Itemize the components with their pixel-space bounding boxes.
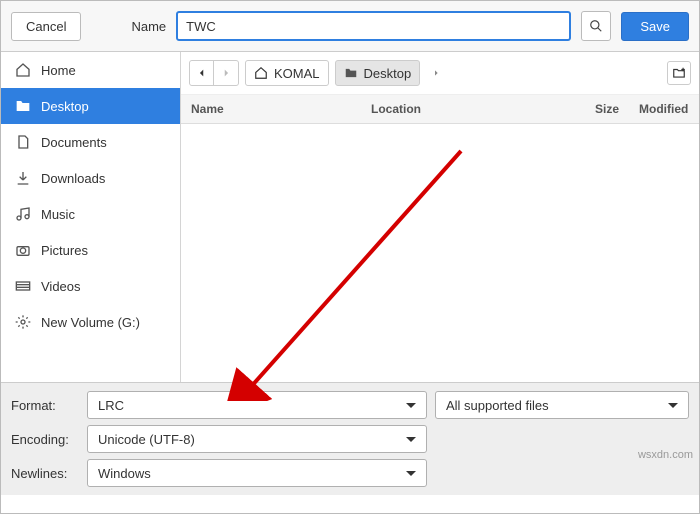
new-folder-icon	[671, 66, 687, 80]
filename-input[interactable]	[176, 11, 571, 41]
nav-forward-button[interactable]	[214, 61, 238, 85]
folder-icon	[15, 98, 31, 114]
encoding-value: Unicode (UTF-8)	[98, 432, 195, 447]
file-listing[interactable]	[181, 124, 699, 382]
breadcrumb-label: Desktop	[364, 66, 412, 81]
sidebar-item-downloads[interactable]: Downloads	[1, 160, 180, 196]
sidebar[interactable]: Home Desktop Documents Downloads Music P…	[1, 52, 181, 382]
document-icon	[15, 134, 31, 150]
newlines-dropdown[interactable]: Windows	[87, 459, 427, 487]
chevron-right-icon	[221, 68, 231, 78]
breadcrumb-desktop[interactable]: Desktop	[335, 60, 421, 86]
format-dropdown[interactable]: LRC	[87, 391, 427, 419]
content-area: KOMAL Desktop Name Location Size Modifie…	[181, 52, 699, 382]
download-icon	[15, 170, 31, 186]
column-location[interactable]: Location	[361, 95, 579, 123]
cancel-button[interactable]: Cancel	[11, 12, 81, 41]
file-filter-dropdown[interactable]: All supported files	[435, 391, 689, 419]
folder-icon	[344, 66, 358, 80]
save-button[interactable]: Save	[621, 12, 689, 41]
newlines-label: Newlines:	[11, 466, 79, 481]
column-name[interactable]: Name	[181, 95, 361, 123]
breadcrumb-komal[interactable]: KOMAL	[245, 60, 329, 86]
name-label: Name	[131, 19, 166, 34]
sidebar-item-home[interactable]: Home	[1, 52, 180, 88]
breadcrumb-bar: KOMAL Desktop	[181, 52, 699, 95]
sidebar-item-music[interactable]: Music	[1, 196, 180, 232]
filter-value: All supported files	[446, 398, 549, 413]
nav-back-button[interactable]	[190, 61, 214, 85]
format-label: Format:	[11, 398, 79, 413]
watermark: wsxdn.com	[638, 449, 693, 461]
breadcrumb-label: KOMAL	[274, 66, 320, 81]
sidebar-item-label: Home	[41, 63, 76, 78]
nav-back-forward	[189, 60, 239, 86]
music-icon	[15, 206, 31, 222]
home-icon	[254, 66, 268, 80]
chevron-left-icon	[197, 68, 207, 78]
camera-icon	[15, 242, 31, 258]
top-toolbar: Cancel Name Save	[1, 1, 699, 52]
format-value: LRC	[98, 398, 124, 413]
main-area: Home Desktop Documents Downloads Music P…	[1, 52, 699, 382]
sidebar-item-label: Documents	[41, 135, 107, 150]
sidebar-item-label: Music	[41, 207, 75, 222]
video-icon	[15, 278, 31, 294]
sidebar-item-label: Pictures	[41, 243, 88, 258]
sidebar-item-videos[interactable]: Videos	[1, 268, 180, 304]
sidebar-item-label: Videos	[41, 279, 81, 294]
sidebar-item-desktop[interactable]: Desktop	[1, 88, 180, 124]
new-folder-button[interactable]	[667, 61, 691, 85]
bottom-panel: Format: LRC All supported files Encoding…	[1, 382, 699, 495]
encoding-dropdown[interactable]: Unicode (UTF-8)	[87, 425, 427, 453]
column-headers: Name Location Size Modified	[181, 95, 699, 124]
sidebar-item-label: Desktop	[41, 99, 89, 114]
search-button[interactable]	[581, 11, 611, 41]
column-modified[interactable]: Modified	[629, 95, 699, 123]
newlines-value: Windows	[98, 466, 151, 481]
sidebar-item-label: Downloads	[41, 171, 105, 186]
sidebar-item-label: New Volume (G:)	[41, 315, 140, 330]
breadcrumb-next-button[interactable]	[426, 61, 446, 85]
sidebar-item-new-volume[interactable]: New Volume (G:)	[1, 304, 180, 340]
home-icon	[15, 62, 31, 78]
search-icon	[589, 19, 603, 33]
sidebar-item-documents[interactable]: Documents	[1, 124, 180, 160]
gear-icon	[15, 314, 31, 330]
sidebar-item-pictures[interactable]: Pictures	[1, 232, 180, 268]
column-size[interactable]: Size	[579, 95, 629, 123]
chevron-right-icon	[432, 69, 440, 77]
encoding-label: Encoding:	[11, 432, 79, 447]
